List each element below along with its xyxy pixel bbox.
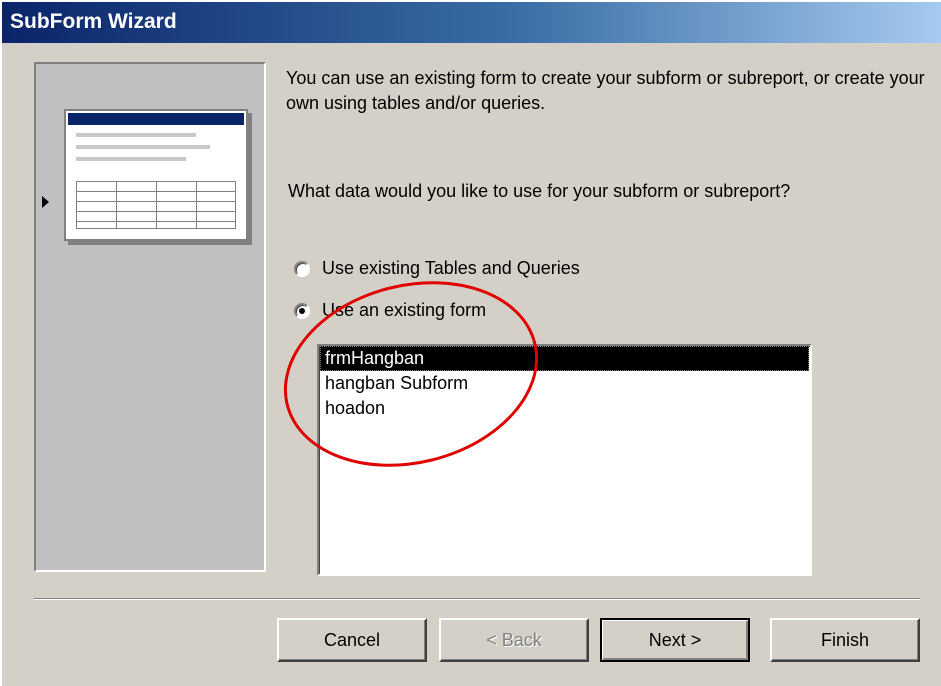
list-item[interactable]: hangban Subform xyxy=(320,371,809,396)
finish-button[interactable]: Finish xyxy=(770,618,920,662)
cancel-button[interactable]: Cancel xyxy=(277,618,427,662)
preview-text-line xyxy=(76,133,196,137)
forms-listbox[interactable]: frmHangban hangban Subform hoadon xyxy=(317,344,812,576)
subform-preview-icon xyxy=(64,109,248,241)
divider xyxy=(34,598,920,600)
radio-button[interactable] xyxy=(294,260,310,277)
back-button[interactable]: < Back xyxy=(439,618,589,662)
option-tables-queries[interactable]: Use existing Tables and Queries xyxy=(294,256,580,281)
preview-text-line xyxy=(76,145,210,149)
preview-title-bar xyxy=(68,113,244,125)
title-bar[interactable]: SubForm Wizard xyxy=(2,2,941,43)
list-item[interactable]: frmHangban xyxy=(320,346,809,371)
row-pointer-icon xyxy=(42,196,49,208)
list-item[interactable]: hoadon xyxy=(320,396,809,421)
window-title: SubForm Wizard xyxy=(10,10,177,33)
preview-datasheet-grid xyxy=(76,181,236,229)
option-label: Use existing Tables and Queries xyxy=(322,258,580,278)
intro-text: You can use an existing form to create y… xyxy=(286,68,925,113)
subform-wizard-window: SubForm Wizard You can use an existing f… xyxy=(0,0,941,686)
radio-button-selected[interactable] xyxy=(294,302,310,319)
preview-text-line xyxy=(76,157,186,161)
option-label: Use an existing form xyxy=(322,300,487,320)
question-text: What data would you like to use for your… xyxy=(288,181,791,201)
next-button[interactable]: Next > xyxy=(600,618,750,662)
option-existing-form[interactable]: Use an existing form xyxy=(294,298,486,323)
preview-panel xyxy=(34,62,266,572)
